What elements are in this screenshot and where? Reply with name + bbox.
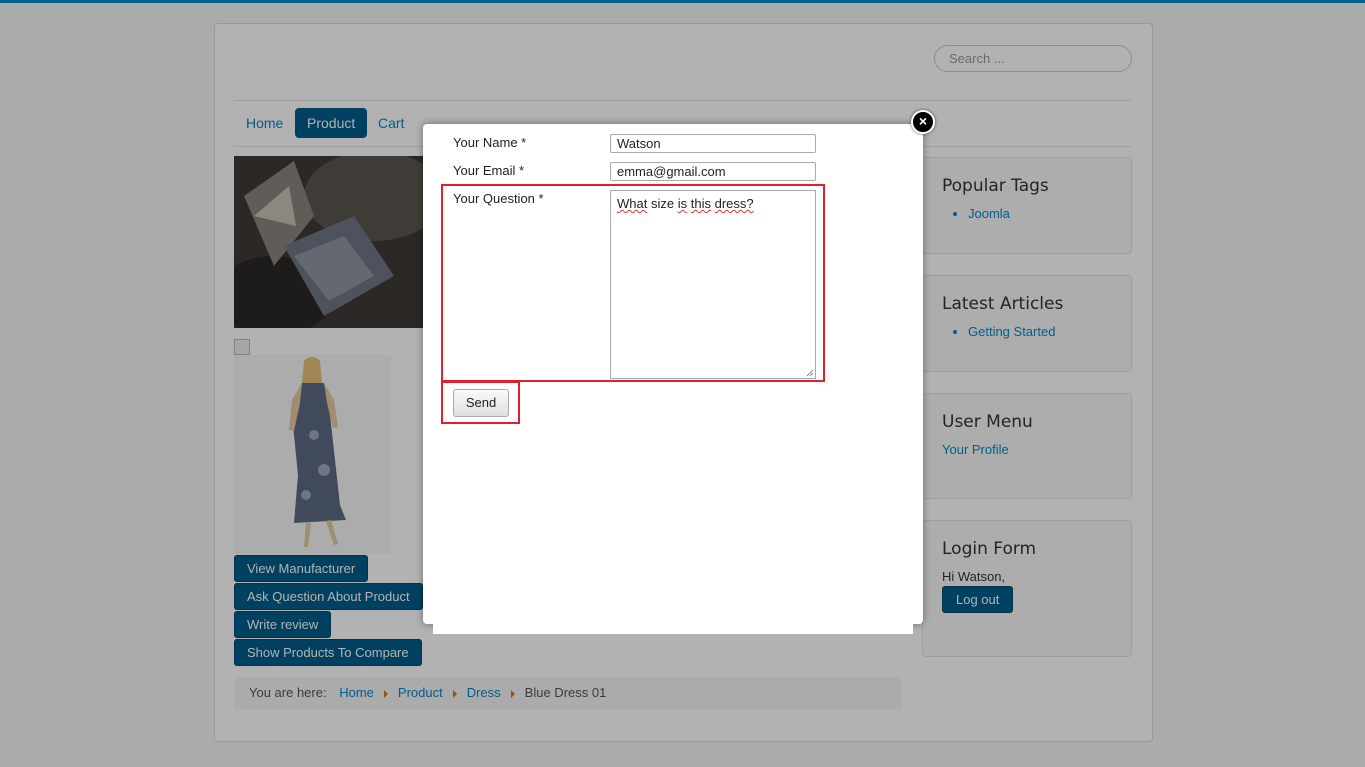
question-highlight-box xyxy=(441,184,825,382)
name-field[interactable]: Watson xyxy=(610,134,816,153)
send-highlight-box xyxy=(441,381,520,424)
close-icon[interactable]: × xyxy=(911,110,935,134)
name-label: Your Name * xyxy=(453,135,527,150)
email-label: Your Email * xyxy=(453,163,525,178)
email-field[interactable]: emma@gmail.com xyxy=(610,162,816,181)
